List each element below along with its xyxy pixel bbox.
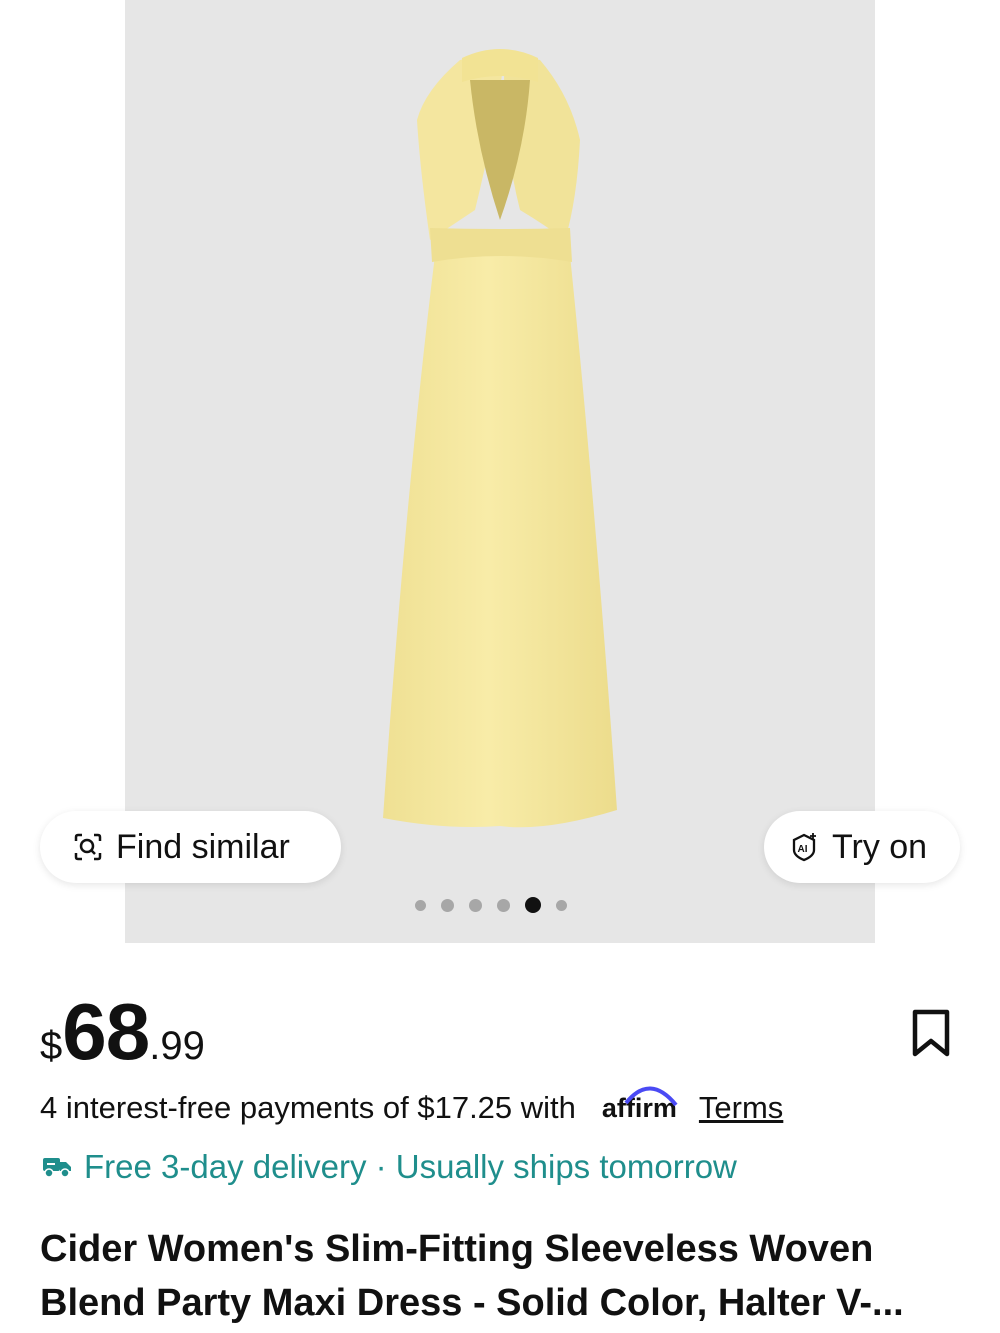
ai-sparkle-icon: AI (792, 833, 816, 862)
carousel-dot[interactable] (415, 899, 426, 911)
price-whole: 68 (62, 987, 150, 1076)
carousel-dot[interactable] (497, 898, 510, 912)
product-title-line1: Cider Women's Slim-Fitting Sleeveless Wo… (40, 1228, 874, 1270)
svg-text:AI: AI (798, 844, 808, 855)
product-page: Find similar AI Try on $ 68 .99 4 intere… (0, 0, 1000, 1333)
product-title-line2: Blend Party Maxi Dress - Solid Color, Ha… (40, 1282, 904, 1324)
delivery-text: Free 3-day delivery · Usually ships tomo… (84, 1148, 737, 1185)
try-on-label: Try on (832, 827, 928, 866)
truck-icon (43, 1158, 71, 1178)
installment-payments: 4 interest-free payments of $17.25 with … (40, 1086, 783, 1126)
price-currency: $ (40, 1024, 63, 1068)
affirm-logo: affirm (602, 1086, 678, 1124)
installment-text: 4 interest-free payments of $17.25 with (40, 1090, 576, 1125)
try-on-button[interactable]: AI Try on (764, 811, 960, 883)
product-image-carousel[interactable] (125, 0, 875, 943)
affirm-arc-icon (624, 1086, 678, 1106)
bookmark-icon[interactable] (910, 1008, 952, 1058)
product-price: $ 68 .99 (40, 992, 205, 1072)
carousel-dot[interactable] (469, 898, 482, 912)
delivery-info: Free 3-day delivery · Usually ships tomo… (42, 1148, 737, 1186)
price-cents: .99 (149, 1024, 205, 1068)
terms-link[interactable]: Terms (699, 1090, 783, 1126)
carousel-dot[interactable] (441, 898, 454, 912)
product-title[interactable]: Cider Women's Slim-Fitting Sleeveless Wo… (40, 1222, 970, 1330)
carousel-dot[interactable] (556, 899, 567, 911)
image-search-icon (74, 833, 102, 861)
find-similar-button[interactable]: Find similar (40, 811, 341, 883)
find-similar-label: Find similar (116, 827, 290, 866)
product-image (383, 49, 617, 828)
carousel-dot-active[interactable] (525, 897, 541, 913)
carousel-indicator[interactable] (415, 897, 567, 913)
